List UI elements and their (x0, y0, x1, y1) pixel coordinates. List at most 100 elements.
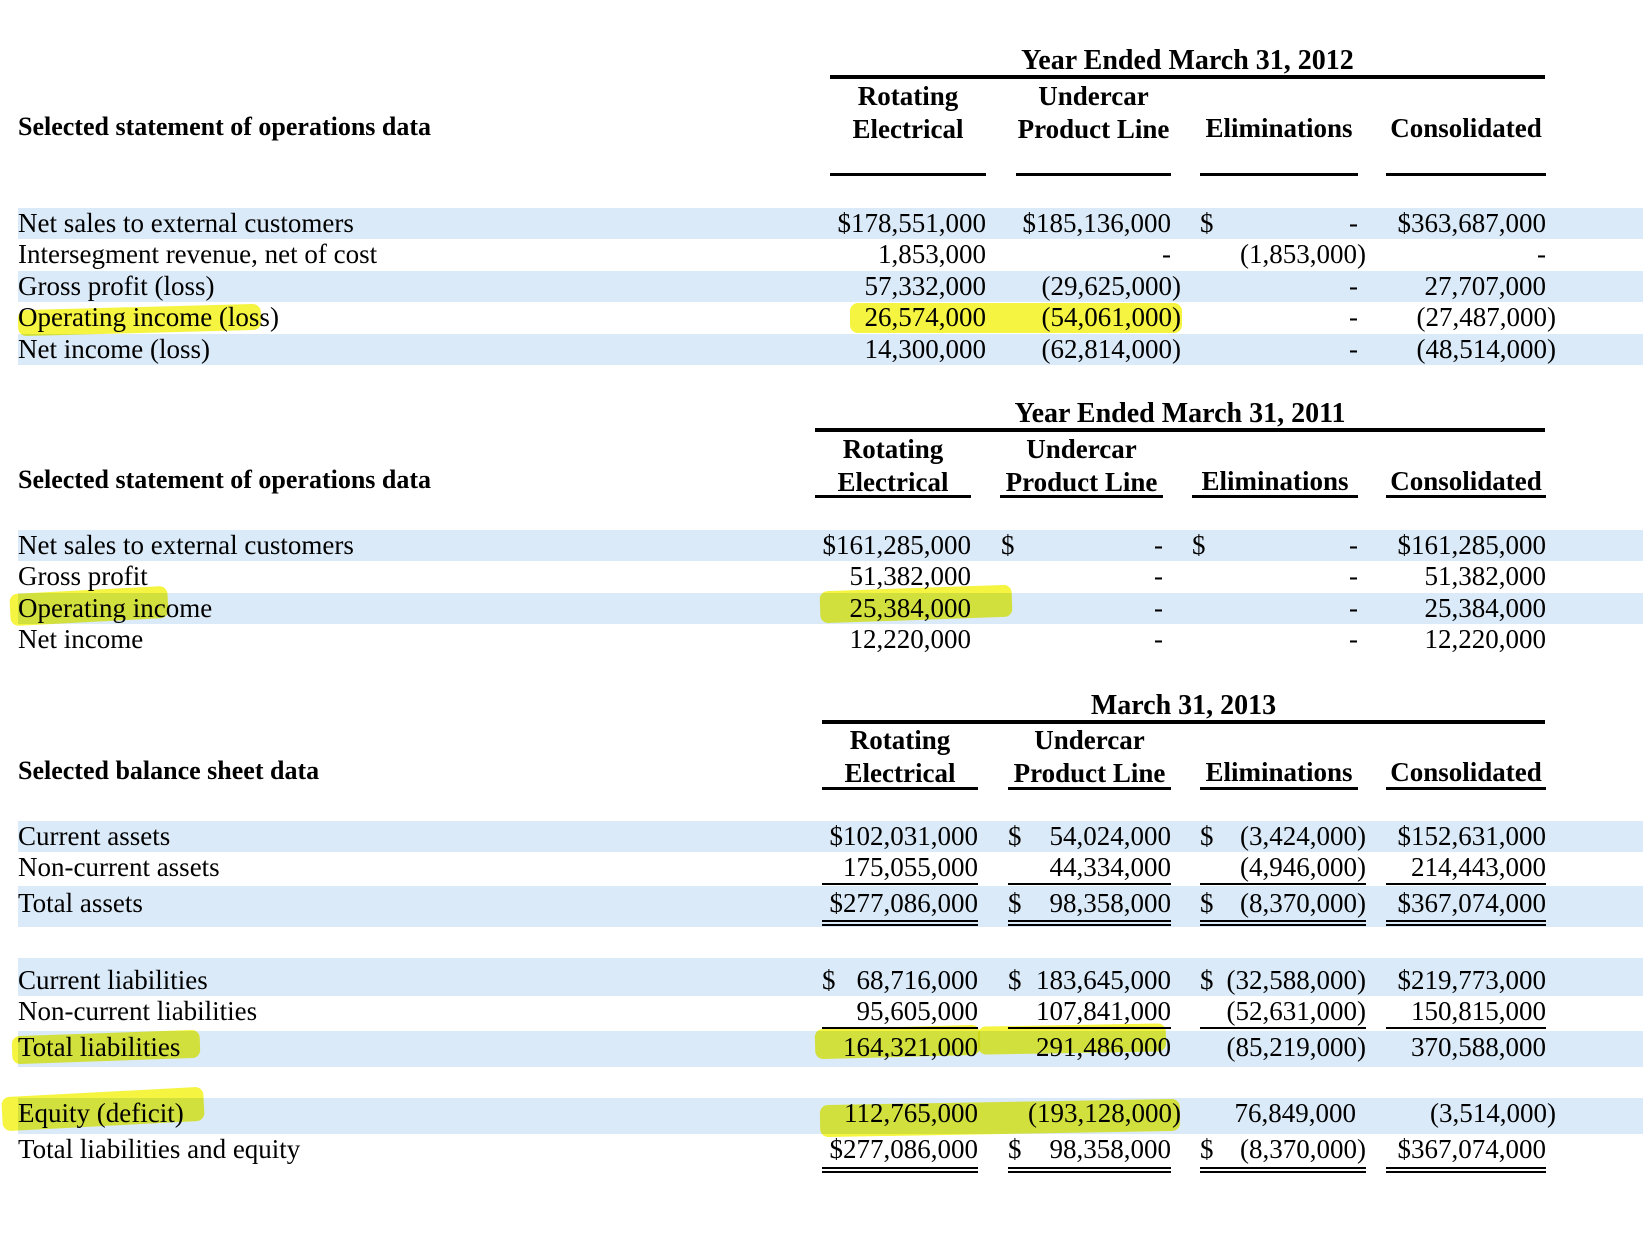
col-header-undercar: Undercar Product Line (1017, 81, 1170, 144)
cell-value: 57,332,000 (864, 271, 987, 301)
row-label-gross-profit: Gross profit (loss) (18, 271, 215, 301)
cell-value: (27,487,000) (1416, 302, 1556, 332)
cell-value: 14,300,000 (864, 334, 987, 364)
cell-value: (62,814,000) (1041, 334, 1181, 364)
subtotal-rule (822, 883, 978, 885)
cell-value: 98,358,000 (1049, 888, 1172, 918)
row-label-net-sales: Net sales to external customers (18, 530, 354, 560)
header-underline (1000, 495, 1163, 498)
row-label-gross-profit: Gross profit (18, 561, 148, 591)
row-label-non-current-assets: Non-current assets (18, 852, 220, 882)
cell-value: (1,853,000) (1240, 239, 1366, 269)
header-underline (1200, 173, 1358, 176)
currency-sign: $ (1200, 888, 1214, 918)
cell-value: $367,074,000 (1397, 1134, 1547, 1164)
header-underline (822, 787, 978, 790)
row-label-total-liabilities: Total liabilities (18, 1032, 181, 1062)
header-underline (1016, 173, 1171, 176)
row-label-current-liabilities: Current liabilities (18, 965, 208, 995)
cell-value: 25,384,000 (1424, 593, 1547, 623)
subtotal-rule (1008, 1027, 1171, 1029)
row-label-operating-income: Operating income (loss) (18, 302, 279, 332)
cell-value: $152,631,000 (1397, 821, 1547, 851)
cell-value: $277,086,000 (829, 1134, 979, 1164)
period-heading: Year Ended March 31, 2011 (1014, 398, 1346, 429)
cell-value: 12,220,000 (1424, 624, 1547, 654)
cell-value: 98,358,000 (1049, 1134, 1172, 1164)
cell-value: $219,773,000 (1397, 965, 1547, 995)
col-header-eliminations: Eliminations (1201, 466, 1349, 496)
cell-value: (52,631,000) (1226, 996, 1366, 1026)
cell-value: - (1349, 530, 1358, 560)
col-header-consolidated: Consolidated (1390, 113, 1542, 143)
cell-value: 95,605,000 (856, 996, 979, 1026)
header-underline (1386, 495, 1546, 498)
cell-value: 112,765,000 (844, 1098, 978, 1128)
cell-value: 12,220,000 (849, 624, 972, 654)
row-label-equity: Equity (deficit) (18, 1098, 184, 1128)
col-header-eliminations: Eliminations (1205, 757, 1353, 787)
row-label-net-sales: Net sales to external customers (18, 208, 354, 238)
cell-value: (4,946,000) (1240, 852, 1366, 882)
subtotal-rule (1008, 883, 1171, 885)
cell-value: - (1349, 271, 1358, 301)
cell-value: - (1162, 239, 1171, 269)
cell-value: 25,384,000 (849, 593, 972, 623)
row-label-intersegment: Intersegment revenue, net of cost (18, 239, 378, 269)
row-label-non-current-liabilities: Non-current liabilities (18, 996, 258, 1026)
col-header-rotating-electrical: Rotating Electrical (852, 81, 964, 144)
cell-value: (48,514,000) (1416, 334, 1556, 364)
cell-value: 51,382,000 (849, 561, 972, 591)
cell-value: - (1349, 334, 1358, 364)
cell-value: - (1349, 593, 1358, 623)
currency-sign: $ (1008, 888, 1022, 918)
cell-value: 1,853,000 (878, 239, 986, 269)
subtotal-rule (822, 1027, 978, 1029)
section-title: Selected statement of operations data (18, 112, 432, 141)
header-underline (1008, 787, 1171, 790)
cell-value: - (1154, 624, 1163, 654)
currency-sign: $ (1001, 530, 1015, 560)
cell-value: (54,061,000) (1041, 302, 1181, 332)
col-header-consolidated: Consolidated (1390, 466, 1542, 496)
header-underline (1192, 495, 1358, 498)
cell-value: 175,055,000 (843, 852, 978, 882)
header-underline (830, 173, 986, 176)
header-underline (1386, 173, 1546, 176)
cell-value: (8,370,000) (1240, 1134, 1366, 1164)
subtotal-rule (1200, 883, 1366, 885)
currency-sign: $ (1008, 821, 1022, 851)
header-underline (1386, 787, 1546, 790)
cell-value: - (1154, 530, 1163, 560)
cell-value: $277,086,000 (829, 888, 979, 918)
row-label-total-liabilities-equity: Total liabilities and equity (18, 1134, 301, 1164)
currency-sign: $ (1200, 821, 1214, 851)
subtotal-rule (1200, 1027, 1366, 1029)
cell-value: $161,285,000 (1397, 530, 1547, 560)
col-header-rotating-electrical: Rotating Electrical (837, 434, 949, 497)
cell-value: $363,687,000 (1397, 208, 1547, 238)
period-underline (815, 428, 1545, 432)
currency-sign: $ (1008, 1134, 1022, 1164)
section-title: Selected statement of operations data (18, 465, 432, 494)
row-label-net-income: Net income (loss) (18, 334, 210, 364)
col-header-eliminations: Eliminations (1205, 113, 1353, 143)
cell-value: 68,716,000 (856, 965, 979, 995)
cell-value: 54,024,000 (1049, 821, 1172, 851)
cell-value: (29,625,000) (1041, 271, 1181, 301)
total-double-rule (1008, 920, 1171, 926)
cell-value: 214,443,000 (1411, 852, 1546, 882)
cell-value: $102,031,000 (829, 821, 979, 851)
total-double-rule (822, 920, 978, 926)
total-double-rule (1200, 920, 1366, 926)
cell-value: 107,841,000 (1036, 996, 1171, 1026)
header-underline (815, 495, 971, 498)
currency-sign: $ (1200, 1134, 1214, 1164)
cell-value: $178,551,000 (837, 208, 987, 238)
cell-value: (193,128,000) (1028, 1098, 1181, 1128)
cell-value: 44,334,000 (1049, 852, 1172, 882)
row-label-operating-income: Operating income (18, 593, 213, 623)
cell-value: $367,074,000 (1397, 888, 1547, 918)
cell-value: 27,707,000 (1424, 271, 1547, 301)
cell-value: (8,370,000) (1240, 888, 1366, 918)
